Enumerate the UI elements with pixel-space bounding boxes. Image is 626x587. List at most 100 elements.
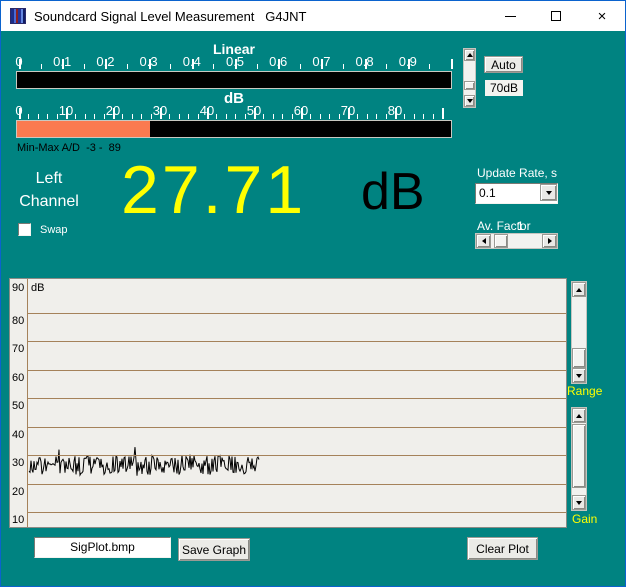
minor-tick [38, 114, 39, 119]
major-tick [113, 108, 115, 119]
major-tick [62, 59, 64, 69]
av-factor-scrollbar[interactable] [475, 233, 558, 249]
scrollbar-thumb[interactable] [464, 81, 475, 90]
minor-tick [198, 114, 199, 119]
up-arrow-icon [576, 288, 582, 292]
minor-tick [122, 114, 123, 119]
plot-gridline [27, 455, 566, 456]
update-rate-value: 0.1 [479, 186, 496, 200]
major-tick [278, 59, 280, 69]
scrollbar-up-button[interactable] [572, 408, 586, 423]
minor-tick [127, 64, 128, 69]
major-tick [149, 59, 151, 69]
signal-plot: dB 908070605040302010 [9, 278, 567, 528]
minor-tick [423, 114, 424, 119]
minor-tick [273, 114, 274, 119]
minor-tick [310, 114, 311, 119]
major-tick [160, 108, 162, 119]
major-tick [365, 59, 367, 69]
filename-input[interactable]: SigPlot.bmp [34, 537, 171, 558]
major-tick [348, 108, 350, 119]
minor-tick [141, 114, 142, 119]
major-tick [19, 59, 21, 69]
minor-tick [386, 114, 387, 119]
minor-tick [170, 64, 171, 69]
channel-line2: Channel [5, 190, 93, 213]
gain-scrollbar[interactable] [571, 407, 587, 511]
close-button[interactable]: × [579, 1, 625, 31]
update-rate-dropdown[interactable]: 0.1 [475, 183, 558, 204]
gain-label: Gain [572, 512, 597, 526]
meter-range-scrollbar[interactable] [463, 48, 476, 108]
save-graph-button[interactable]: Save Graph [178, 538, 250, 561]
major-tick [451, 59, 453, 69]
minor-tick [433, 114, 434, 119]
signal-trace [10, 279, 566, 527]
up-arrow-icon [576, 414, 582, 418]
major-tick [408, 59, 410, 69]
scrollbar-thumb[interactable] [494, 234, 508, 248]
scrollbar-down-button[interactable] [464, 95, 475, 107]
swap-checkbox[interactable] [18, 223, 31, 236]
scrollbar-down-button[interactable] [572, 368, 586, 383]
plot-gridline [27, 313, 566, 314]
minor-tick [263, 114, 264, 119]
plot-y-label: 70 [12, 343, 27, 355]
minimize-icon [505, 16, 516, 17]
scrollbar-thumb[interactable] [572, 424, 586, 488]
linear-scale-ticks [1, 59, 467, 69]
db-level-meter [16, 120, 452, 138]
down-arrow-icon [576, 374, 582, 378]
range-scrollbar[interactable] [571, 281, 587, 384]
auto-button[interactable]: Auto [484, 56, 523, 73]
plot-gridline [27, 370, 566, 371]
clear-plot-button[interactable]: Clear Plot [467, 537, 538, 560]
window-controls: × [487, 1, 625, 31]
right-arrow-icon [548, 238, 552, 244]
minor-tick [257, 64, 258, 69]
minor-tick [94, 114, 95, 119]
plot-y-label: 80 [12, 315, 27, 327]
minor-tick [292, 114, 293, 119]
level-readout-unit: dB [361, 162, 425, 222]
minimize-button[interactable] [487, 1, 533, 31]
down-arrow-icon [576, 501, 582, 505]
major-tick [254, 108, 256, 119]
plot-gridline [27, 512, 566, 513]
minor-tick [235, 114, 236, 119]
major-tick [19, 108, 21, 119]
major-tick [442, 108, 444, 119]
minor-tick [47, 114, 48, 119]
minor-tick [429, 64, 430, 69]
dropdown-button[interactable] [540, 184, 557, 201]
minor-tick [357, 114, 358, 119]
scrollbar-up-button[interactable] [464, 49, 475, 61]
scrollbar-up-button[interactable] [572, 282, 586, 297]
db-scale-ticks [1, 108, 467, 119]
major-tick [105, 59, 107, 69]
chevron-down-icon [546, 191, 552, 195]
maximize-icon [551, 11, 561, 21]
title-bar: Soundcard Signal Level Measurement G4JNT… [1, 1, 625, 31]
minor-tick [343, 64, 344, 69]
major-tick [301, 108, 303, 119]
scrollbar-thumb[interactable] [572, 348, 586, 368]
scrollbar-down-button[interactable] [572, 495, 586, 510]
swap-label: Swap [40, 224, 68, 236]
minor-tick [245, 114, 246, 119]
range-70db-button[interactable]: 70dB [485, 80, 523, 96]
minor-tick [339, 114, 340, 119]
left-arrow-icon [482, 238, 486, 244]
channel-label: Left Channel [5, 167, 93, 213]
minor-tick [300, 64, 301, 69]
minor-tick [329, 114, 330, 119]
minor-tick [84, 64, 85, 69]
scrollbar-left-button[interactable] [476, 234, 491, 248]
maximize-button[interactable] [533, 1, 579, 31]
scrollbar-right-button[interactable] [542, 234, 557, 248]
minor-tick [414, 114, 415, 119]
major-tick [207, 108, 209, 119]
minor-tick [132, 114, 133, 119]
minor-tick [41, 64, 42, 69]
major-tick [192, 59, 194, 69]
